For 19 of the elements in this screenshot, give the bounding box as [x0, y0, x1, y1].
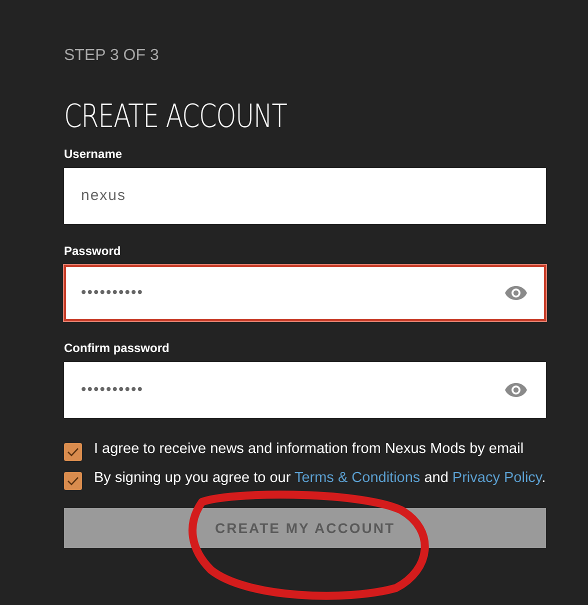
- link[interactable]: Privacy: [452, 470, 500, 486]
- field-label: Confirm password: [64, 340, 170, 356]
- check-icon: [67, 476, 79, 486]
- checkbox[interactable]: [64, 472, 82, 490]
- input-field[interactable]: ••••••••••: [64, 362, 546, 418]
- input-field[interactable]: nexus: [64, 168, 546, 224]
- field-label: Password: [64, 243, 121, 259]
- input-field[interactable]: ••••••••••: [64, 265, 546, 321]
- link[interactable]: Terms & Conditions: [294, 470, 420, 486]
- agreement-text: By signing up you agree to our Terms & Conditions and Privacy Policy.: [94, 469, 546, 487]
- field-label: Username: [64, 146, 122, 162]
- agreement-text: I agree to receive news and information from Nexus Mods by email: [94, 440, 524, 458]
- page-title: CREATE ACCOUNT: [64, 96, 287, 136]
- checkbox[interactable]: [64, 443, 82, 461]
- link[interactable]: Policy: [504, 470, 542, 486]
- eye-icon[interactable]: [504, 382, 528, 398]
- check-icon: [67, 447, 79, 457]
- step-indicator: STEP 3 OF 3: [64, 46, 159, 66]
- eye-icon[interactable]: [504, 285, 528, 301]
